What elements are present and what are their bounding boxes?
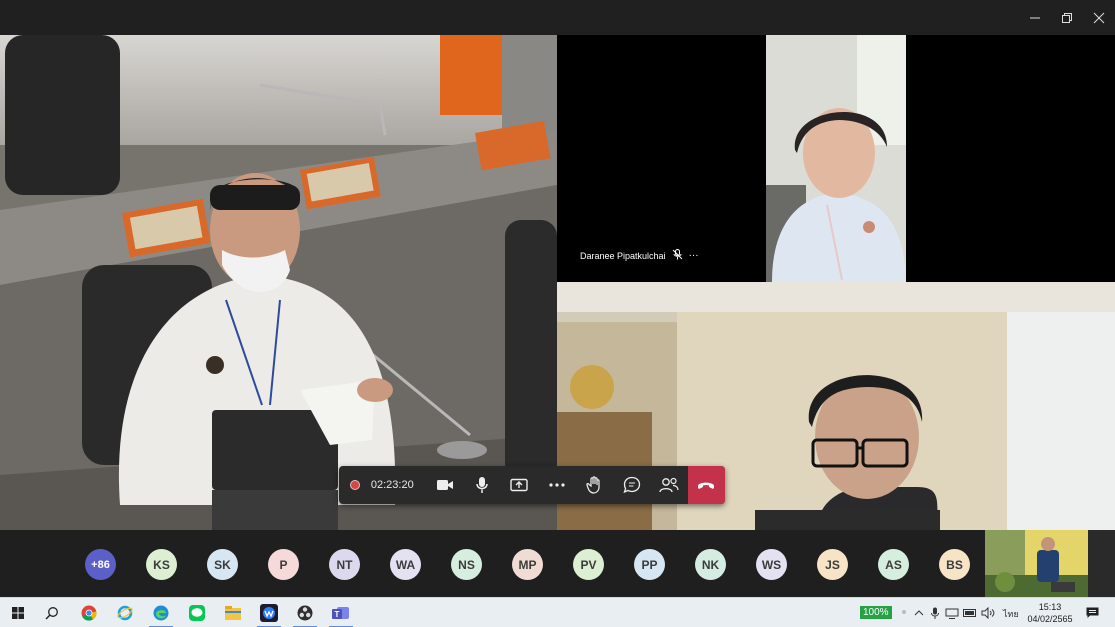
clock-time: 15:13 [1038,602,1062,612]
line-icon[interactable] [179,598,215,627]
participant-video-daranee [557,35,1115,282]
participant-avatar[interactable]: PV [573,549,604,580]
notifications-icon[interactable] [1078,598,1106,627]
participants-icon[interactable] [650,466,687,504]
restore-icon[interactable] [1050,0,1084,35]
participant-avatar[interactable]: P [268,549,299,580]
participant-avatar[interactable]: MP [512,549,543,580]
recording-timer: 02:23:20 [370,479,414,491]
more-options-icon[interactable] [538,466,575,504]
edge-icon[interactable] [143,598,179,627]
volume-icon[interactable] [978,598,998,627]
self-view-image [985,530,1088,597]
self-view-video[interactable] [985,530,1088,597]
conference-room-video [0,35,557,530]
participant-avatar[interactable]: WS [756,549,787,580]
participant-avatar[interactable]: JS [817,549,848,580]
taskbar-clock[interactable]: 15:13 04/02/2565 [1026,601,1074,625]
internet-explorer-icon[interactable] [107,598,143,627]
participant-avatar[interactable]: BS [939,549,970,580]
participant-avatar[interactable]: NT [329,549,360,580]
teams-meeting-window: Daranee Pipatkulchai ··· 02:23:20 +86 KS… [0,0,1115,627]
teams-icon[interactable]: T [323,598,359,627]
mic-muted-icon [672,249,683,262]
more-participants-badge[interactable]: +86 [85,549,116,580]
participant-more-options[interactable]: ··· [689,250,699,261]
windows-taskbar: T 100% ไทย 15:13 04/02/2565 [0,597,1115,627]
participant-video-tile[interactable]: Daranee Pipatkulchai ··· [557,35,1115,282]
network-icon[interactable] [942,598,962,627]
participant-avatar[interactable]: PP [634,549,665,580]
self-view-controls[interactable] [1088,530,1115,597]
minimize-icon[interactable] [1018,0,1052,35]
title-bar [0,0,1115,35]
participant-strip: +86 KS SK P NT WA NS MP PV PP NK WS JS A… [0,530,1115,597]
notification-dot-icon [900,607,908,619]
participant-avatar[interactable]: AS [878,549,909,580]
chat-icon[interactable] [613,466,650,504]
main-video-tile[interactable] [0,35,557,530]
participant-name: Daranee Pipatkulchai [580,250,666,261]
windows-start-icon[interactable] [0,598,36,627]
call-controls-bar: 02:23:20 [339,466,725,504]
close-icon[interactable] [1082,0,1115,35]
participant-name-label: Daranee Pipatkulchai ··· [580,249,699,262]
file-explorer-icon[interactable] [215,598,251,627]
recording-indicator-icon [350,480,360,490]
hang-up-icon[interactable] [687,466,725,504]
webex-icon[interactable] [251,598,287,627]
battery-level-badge[interactable]: 100% [860,606,892,619]
search-icon[interactable] [34,598,70,627]
participant-avatar[interactable]: WA [390,549,421,580]
participant-avatar[interactable]: NK [695,549,726,580]
participant-avatar[interactable]: KS [146,549,177,580]
camera-icon[interactable] [426,466,463,504]
obs-icon[interactable] [287,598,323,627]
raise-hand-icon[interactable] [575,466,612,504]
input-language-indicator[interactable]: ไทย [1003,607,1019,621]
participant-avatar[interactable]: NS [451,549,482,580]
chrome-icon[interactable] [71,598,107,627]
participant-avatar[interactable]: SK [207,549,238,580]
clock-date: 04/02/2565 [1027,614,1073,624]
svg-text:T: T [335,610,340,619]
microphone-icon[interactable] [463,466,500,504]
share-screen-icon[interactable] [501,466,538,504]
battery-icon[interactable] [960,598,980,627]
